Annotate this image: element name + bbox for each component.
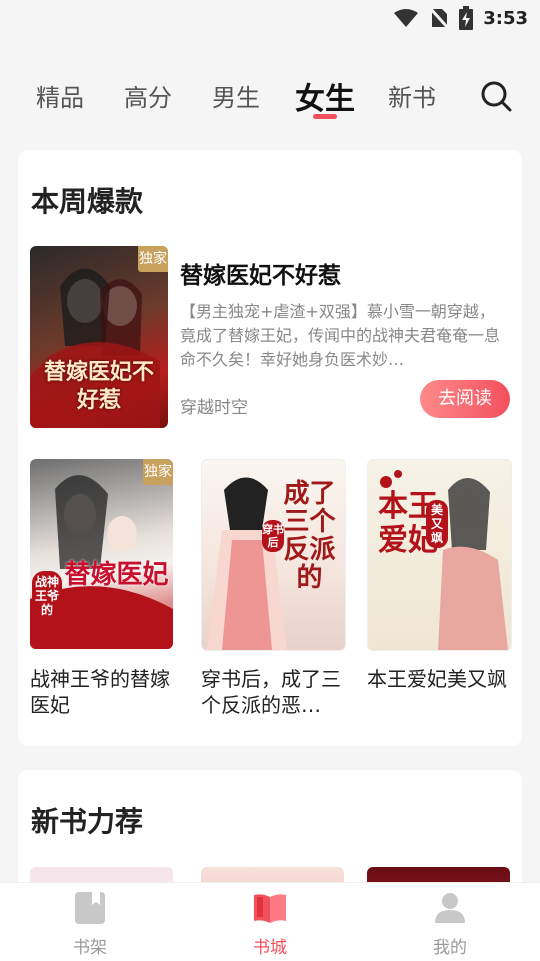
tab-xinshu[interactable]: 新书	[388, 78, 436, 113]
featured-book-description: 【男主独宠+虐渣+双强】慕小雪一朝穿越，竟成了替嫁王妃，传闻中的战神夫君奄奄一息…	[180, 302, 501, 369]
book-title-1[interactable]: 战神王爷的替嫁医妃	[30, 666, 180, 718]
search-button[interactable]	[478, 78, 514, 114]
exclusive-badge: 独家	[138, 246, 168, 272]
featured-book-cover[interactable]: 独家 替嫁医妃不好惹	[30, 246, 168, 428]
book-cover-3[interactable]: 本王爱妃 美又飒	[367, 459, 512, 651]
cover-subtitle: 美又飒	[426, 500, 448, 548]
tab-gaofen[interactable]: 高分	[124, 78, 172, 113]
nav-bookstore[interactable]: 书城	[220, 891, 320, 958]
nav-label: 书城	[253, 938, 287, 958]
exclusive-badge: 独家	[143, 459, 173, 485]
status-icons: 3:53	[393, 6, 528, 30]
book-cover-2[interactable]: 成了三个反派的 穿书后	[201, 459, 346, 651]
cover-subtitle: 穿书后	[262, 520, 284, 552]
weekly-hot-section: 本周爆款 独家 替嫁医妃不好惹 替嫁医妃不好惹 【男主独宠+虐渣+双强】慕小雪一…	[18, 150, 522, 746]
tab-nvsheng[interactable]: 女生	[295, 74, 355, 118]
cover-title: 替嫁医妃不好惹	[43, 359, 154, 413]
nav-bookshelf[interactable]: 书架	[40, 891, 140, 958]
featured-book-genre: 穿越时空	[180, 398, 248, 418]
search-icon	[481, 81, 512, 112]
book-cover-1[interactable]: 独家 替嫁医妃 战神王爷的	[30, 459, 173, 649]
nav-label: 书架	[73, 938, 107, 958]
category-tabs: 精品 高分 男生 女生 新书	[0, 72, 540, 128]
cover-title: 替嫁医妃	[64, 560, 169, 590]
tab-jingpin[interactable]: 精品	[36, 78, 84, 113]
bookstore-icon	[254, 894, 286, 923]
section-title: 本周爆款	[31, 185, 144, 218]
section-title: 新书力荐	[31, 805, 144, 838]
cover-title: 成了三个反派的	[283, 479, 336, 593]
book-title-3[interactable]: 本王爱妃美又飒	[367, 666, 517, 692]
read-button[interactable]: 去阅读	[420, 380, 510, 418]
status-time: 3:53	[483, 7, 528, 29]
book-title-2[interactable]: 穿书后，成了三个反派的恶…	[201, 666, 351, 718]
active-tab-indicator	[313, 114, 337, 119]
wifi-icon	[394, 9, 419, 27]
bottom-navigation: 书架 书城 我的	[0, 882, 540, 961]
bookshelf-icon	[75, 892, 105, 924]
featured-book-title[interactable]: 替嫁医妃不好惹	[180, 256, 341, 290]
nav-label: 我的	[433, 938, 467, 958]
no-sim-icon	[429, 7, 450, 29]
cover-subtitle: 战神王爷的	[32, 571, 62, 621]
tab-nansheng[interactable]: 男生	[212, 78, 260, 113]
nav-profile[interactable]: 我的	[400, 891, 500, 958]
profile-icon	[435, 893, 465, 923]
battery-charging-icon	[459, 6, 474, 30]
status-bar: 3:53	[0, 0, 540, 36]
